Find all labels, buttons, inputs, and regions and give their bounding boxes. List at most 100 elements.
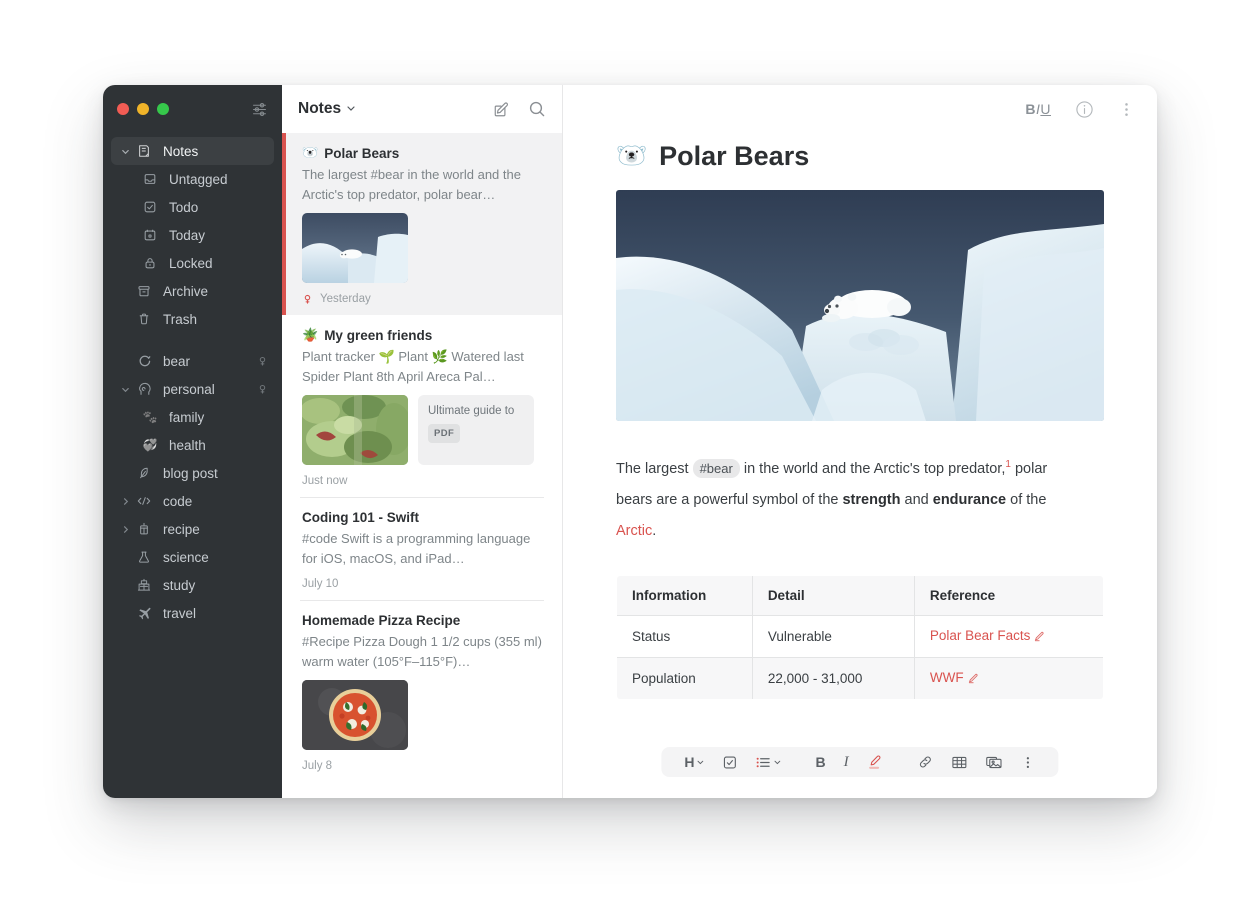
sidebar-tag-label: personal [163, 381, 215, 397]
cell-population-label: Population [617, 656, 753, 699]
sidebar-tag-personal[interactable]: personal [111, 375, 274, 403]
link-polar-bear-facts[interactable]: Polar Bear Facts [930, 628, 1031, 643]
note-title-text: Coding 101 - Swift [302, 510, 420, 525]
note-list-scroll[interactable]: 🐻‍❄️ Polar Bears The largest #bear in th… [282, 133, 562, 798]
highlight-button[interactable] [858, 747, 893, 777]
search-icon[interactable] [528, 100, 546, 118]
sliders-icon[interactable] [251, 101, 268, 118]
note-thumbnail[interactable] [302, 395, 408, 465]
window-controls [117, 103, 169, 115]
checklist-button[interactable] [714, 747, 747, 777]
sidebar-tag-health[interactable]: 💞 health [111, 431, 274, 459]
sidebar-tag-label: health [169, 437, 206, 453]
table-button[interactable] [943, 747, 977, 777]
polar-bear-emoji: 🐻‍❄️ [616, 142, 648, 170]
link-arctic[interactable]: Arctic [616, 523, 652, 539]
chevron-down-icon[interactable] [346, 100, 356, 118]
sidebar-tag-study[interactable]: study [111, 571, 274, 599]
sidebar-tag-family[interactable]: 🐾 family [111, 403, 274, 431]
cell-status-label: Status [617, 614, 753, 658]
paragraph-part-4: and [904, 491, 929, 508]
note-list-title-label: Notes [298, 100, 342, 117]
note-title-text: Homemade Pizza Recipe [302, 613, 461, 628]
sidebar-item-trash[interactable]: Trash [111, 305, 274, 333]
footnote-marker[interactable]: 1 [1005, 459, 1011, 470]
heading-label: H [684, 754, 695, 770]
note-title-text: My green friends [324, 327, 433, 343]
note-attachments: Ultimate guide to PDF [302, 395, 544, 465]
bear-icon [133, 354, 155, 369]
potted-plant-emoji: 🪴 [302, 327, 319, 342]
note-attachments [302, 213, 544, 283]
chevron-down-icon [774, 760, 781, 765]
list-button[interactable] [747, 747, 791, 777]
link-button[interactable] [909, 747, 943, 777]
app-window: Notes Untagged Todo Today Locked Archive… [103, 85, 1157, 798]
pin-icon[interactable] [257, 356, 268, 367]
note-paragraph[interactable]: The largest #bear in the world and the A… [616, 449, 1086, 547]
list-item[interactable]: 🪴 My green friends Plant tracker 🌱 Plant… [282, 315, 562, 497]
chevron-down-icon[interactable] [117, 147, 133, 156]
maximize-button[interactable] [157, 103, 169, 115]
tag-chip-bear[interactable]: #bear [692, 458, 740, 478]
minimize-button[interactable] [137, 103, 149, 115]
sidebar-item-untagged[interactable]: Untagged [111, 165, 274, 193]
sidebar-tag-travel[interactable]: travel [111, 599, 274, 627]
format-biu-button[interactable]: BIU [1025, 101, 1051, 117]
sidebar-tag-science[interactable]: science [111, 543, 274, 571]
plane-icon [133, 606, 155, 621]
pin-icon [302, 294, 313, 305]
note-list-title[interactable]: Notes [298, 100, 356, 118]
note-title: 🪴 My green friends [302, 327, 544, 343]
sidebar-item-notes[interactable]: Notes [111, 137, 274, 165]
chevron-down-icon[interactable] [117, 385, 133, 394]
image-button[interactable] [977, 747, 1012, 777]
list-item[interactable]: Coding 101 - Swift #code Swift is a prog… [282, 498, 562, 600]
sidebar-item-label: Archive [163, 283, 209, 299]
paragraph-part-5: of the [1010, 491, 1047, 508]
pin-icon[interactable] [257, 384, 268, 395]
cell-status-reference[interactable]: Polar Bear Facts [913, 614, 1103, 658]
note-list-header: Notes [282, 85, 562, 133]
more-options-button[interactable] [1012, 747, 1045, 777]
pencil-icon[interactable] [1034, 630, 1045, 645]
sidebar: Notes Untagged Todo Today Locked Archive… [103, 85, 282, 798]
note-thumbnail[interactable] [302, 680, 408, 750]
info-icon[interactable] [1075, 100, 1094, 119]
sidebar-tag-bear[interactable]: bear [111, 347, 274, 375]
sidebar-item-today[interactable]: Today [111, 221, 274, 249]
table-header-row: Information Detail Reference [617, 575, 1103, 616]
sidebar-tag-label: study [163, 577, 196, 593]
more-vertical-icon[interactable] [1118, 101, 1135, 118]
close-button[interactable] [117, 103, 129, 115]
hero-image[interactable] [616, 190, 1104, 421]
sidebar-tag-label: code [163, 493, 193, 509]
cell-population-reference[interactable]: WWF [913, 656, 1103, 699]
grater-icon [133, 522, 155, 536]
pencil-icon[interactable] [968, 672, 979, 687]
chevron-right-icon[interactable] [117, 525, 133, 534]
sidebar-item-archive[interactable]: Archive [111, 277, 274, 305]
archive-icon [133, 284, 155, 298]
sidebar-item-locked[interactable]: Locked [111, 249, 274, 277]
bold-button[interactable]: B [807, 747, 835, 777]
page-title-text: Polar Bears [659, 141, 810, 171]
list-item[interactable]: 🐻‍❄️ Polar Bears The largest #bear in th… [282, 133, 562, 315]
sidebar-item-todo[interactable]: Todo [111, 193, 274, 221]
attachment-card[interactable]: Ultimate guide to PDF [418, 395, 534, 465]
table-row: Status Vulnerable Polar Bear Facts [617, 614, 1103, 658]
page-title[interactable]: 🐻‍❄️ Polar Bears [616, 141, 1104, 172]
list-item[interactable]: Homemade Pizza Recipe #Recipe Pizza Doug… [282, 601, 562, 782]
link-wwf[interactable]: WWF [930, 670, 964, 685]
chevron-right-icon[interactable] [117, 497, 133, 506]
heading-button[interactable]: H [675, 747, 713, 777]
compose-icon[interactable] [493, 101, 510, 118]
sidebar-tag-code[interactable]: code [111, 487, 274, 515]
sidebar-item-label: Notes [163, 143, 199, 159]
sidebar-tag-recipe[interactable]: recipe [111, 515, 274, 543]
sidebar-tag-blog-post[interactable]: blog post [111, 459, 274, 487]
bold-label: B [815, 754, 826, 770]
note-thumbnail[interactable] [302, 213, 408, 283]
italic-button[interactable]: I [835, 747, 858, 777]
editor-body[interactable]: 🐻‍❄️ Polar Bears [563, 133, 1157, 798]
